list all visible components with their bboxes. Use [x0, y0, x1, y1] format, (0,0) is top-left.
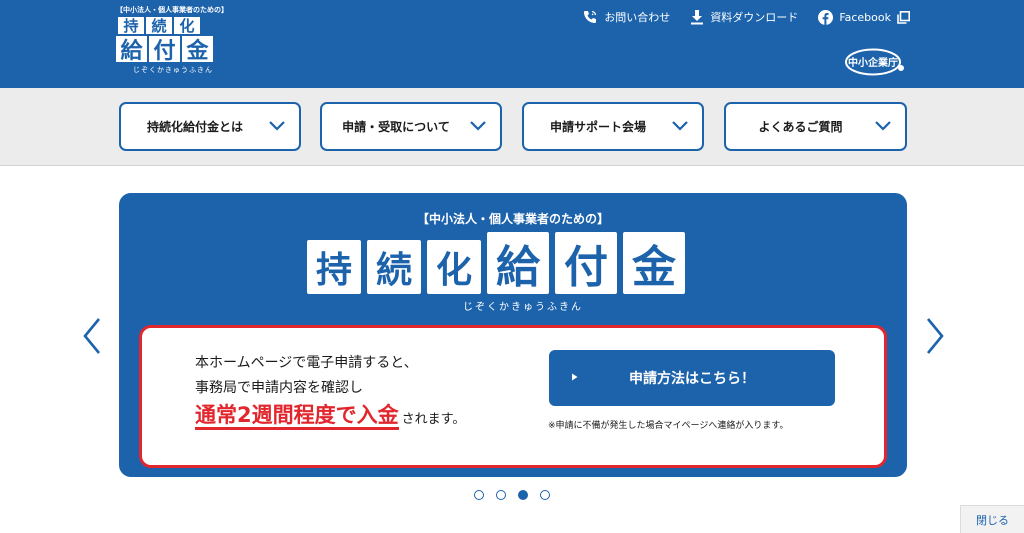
hero-title-char: 金: [623, 232, 685, 294]
hero-title-char: 続: [367, 240, 421, 294]
hero-ruby: じぞくかきゅうふきん: [463, 302, 583, 313]
play-triangle-icon: [572, 373, 578, 381]
chevron-down-icon: [470, 121, 486, 131]
hero-tagline: 【中小法人・個人事業者のための】: [416, 212, 609, 226]
carousel-dot[interactable]: [540, 490, 550, 500]
hero-line-3: 通常2週間程度で入金 されます。: [195, 403, 465, 430]
close-button-label: 閉じる: [976, 513, 1009, 527]
nav-item-label: 申請サポート会場: [549, 120, 646, 134]
nav-item-faq[interactable]: よくあるご質問: [724, 102, 907, 151]
phone-icon: [584, 10, 597, 23]
carousel-dot[interactable]: [474, 490, 484, 500]
carousel-prev-icon[interactable]: [82, 316, 102, 356]
agency-logo-icon[interactable]: 中小企業庁: [843, 47, 905, 77]
logo-char: 付: [149, 36, 180, 64]
logo-row-bottom: 給 付 金: [116, 36, 222, 64]
nav-item-application[interactable]: 申請・受取について: [320, 102, 502, 151]
hero-line-1: 本ホームページで電子申請すると、: [195, 355, 418, 371]
carousel-dot[interactable]: [496, 490, 506, 500]
hero-banner: 【中小法人・個人事業者のための】 持 続 化 給 付 金 じぞくかきゅうふきん …: [119, 193, 907, 477]
payment-highlight: 通常2週間程度で入金: [195, 403, 399, 430]
carousel-dot[interactable]: [518, 490, 528, 500]
download-link[interactable]: 資料ダウンロード: [690, 7, 798, 27]
agency-logo-label: 中小企業庁: [848, 56, 898, 69]
main-nav: 持続化給付金とは 申請・受取について 申請サポート会場 よくあるご質問: [0, 88, 1024, 166]
chevron-down-icon: [672, 121, 688, 131]
logo-char: 化: [174, 17, 200, 35]
contact-link[interactable]: お問い合わせ: [582, 7, 670, 27]
logo-char: 続: [146, 17, 172, 35]
download-link-label: 資料ダウンロード: [710, 11, 799, 24]
hero-title-char: 付: [555, 232, 617, 294]
facebook-link-label: Facebook: [839, 10, 891, 24]
close-button[interactable]: 閉じる: [960, 505, 1024, 533]
external-link-icon: [897, 10, 910, 24]
apply-method-button[interactable]: 申請方法はこちら！: [549, 350, 835, 406]
nav-item-about[interactable]: 持続化給付金とは: [119, 102, 301, 151]
logo-char: 給: [116, 36, 147, 64]
hero-title: 持 続 化 給 付 金: [307, 232, 691, 294]
hero-info-card: 本ホームページで電子申請すると、 事務局で申請内容を確認し 通常2週間程度で入金…: [139, 325, 887, 468]
download-icon: [691, 10, 704, 25]
apply-note: ※申請に不備が発生した場合マイページへ連絡が入ります。: [548, 421, 789, 431]
carousel-dots: [474, 490, 562, 500]
hero-title-char: 化: [427, 240, 481, 294]
facebook-link[interactable]: Facebook: [818, 7, 910, 27]
logo-char: 持: [118, 17, 144, 35]
carousel-next-icon[interactable]: [925, 316, 945, 356]
nav-item-label: 持続化給付金とは: [146, 120, 243, 134]
logo-ruby: じぞくかきゅうふきん: [133, 66, 213, 74]
site-header: 【中小法人・個人事業者のための】 持 続 化 給 付 金 じぞくかきゅうふきん …: [0, 0, 1024, 88]
chevron-down-icon: [875, 121, 891, 131]
site-logo[interactable]: 【中小法人・個人事業者のための】 持 続 化 給 付 金 じぞくかきゅうふきん: [116, 5, 228, 81]
nav-item-label: よくあるご質問: [758, 120, 843, 134]
hero-title-char: 持: [307, 240, 361, 294]
nav-item-support-venue[interactable]: 申請サポート会場: [522, 102, 704, 151]
logo-tagline: 【中小法人・個人事業者のための】: [116, 6, 228, 14]
nav-item-label: 申請・受取について: [342, 120, 450, 134]
payment-highlight-suffix: されます。: [401, 412, 466, 427]
header-links: お問い合わせ 資料ダウンロード Facebook: [562, 7, 910, 27]
chevron-down-icon: [269, 121, 285, 131]
hero-title-char: 給: [487, 232, 549, 294]
facebook-icon: [818, 9, 834, 25]
contact-link-label: お問い合わせ: [604, 11, 671, 24]
hero-line-2: 事務局で申請内容を確認し: [195, 380, 363, 396]
logo-char: 金: [182, 36, 213, 64]
apply-method-button-label: 申請方法はこちら！: [629, 371, 755, 387]
logo-row-top: 持 続 化: [118, 17, 222, 35]
